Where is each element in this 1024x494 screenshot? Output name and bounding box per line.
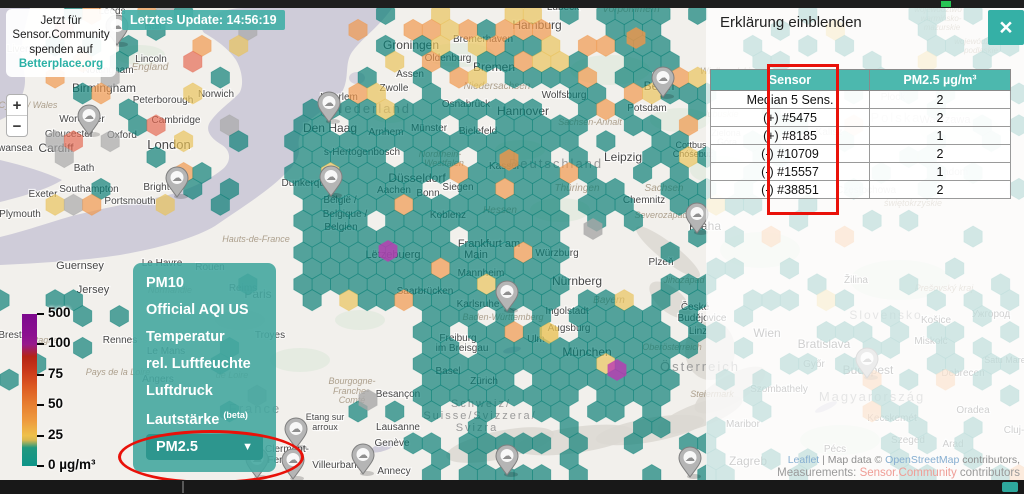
sensor-value-cell: 1 <box>870 127 1011 145</box>
attribution-text: contributors <box>957 467 1020 479</box>
caret-down-icon: ▼ <box>242 441 253 453</box>
cloud-icon: ☁ <box>326 172 336 183</box>
legend-tick <box>37 374 44 376</box>
forest-patch <box>270 348 330 372</box>
close-icon[interactable]: × <box>988 10 1024 45</box>
sensor-id-cell: (-) #38851 <box>711 181 870 199</box>
sensor-id-cell: (+) #8185 <box>711 127 870 145</box>
menu-item-temperatur[interactable]: Temperatur <box>146 329 263 345</box>
table-row: (-) #155571 <box>711 163 1011 181</box>
sensor-column-header: Sensor <box>711 70 870 91</box>
leaflet-link[interactable]: Leaflet <box>788 454 820 466</box>
sensor-id-cell: (-) #15557 <box>711 163 870 181</box>
sensor-community-link[interactable]: Sensor.Community <box>860 467 957 479</box>
attribution: Leaflet | Map data © OpenStreetMap contr… <box>777 454 1020 480</box>
cloud-icon: ☁ <box>84 111 94 122</box>
top-bar-green-indicator <box>941 1 951 7</box>
menu-item-rel-luftfeuchte[interactable]: rel. Luftfeuchte <box>146 356 263 372</box>
legend-tick <box>37 313 44 315</box>
table-row: (+) #54752 <box>711 109 1011 127</box>
sensor-id-cell: Median 5 Sens. <box>711 91 870 109</box>
attribution-text: Measurements: <box>777 467 859 479</box>
map-label: Annecy <box>377 466 410 477</box>
cloud-icon: ☁ <box>658 73 668 84</box>
donation-line: spenden auf <box>7 43 115 57</box>
menu-item-luftdruck[interactable]: Luftdruck <box>146 383 263 399</box>
sensor-value-cell: 1 <box>870 163 1011 181</box>
sensor-value-cell: 2 <box>870 181 1011 199</box>
layer-dropdown-pm25[interactable]: PM2.5 ▼ <box>146 434 263 460</box>
map-label: Hauts-de-France <box>222 234 290 244</box>
selected-layer-label: PM2.5 <box>156 439 198 455</box>
legend-tick <box>37 343 44 345</box>
legend-tick-label: 50 <box>48 396 63 411</box>
table-row: (+) #81851 <box>711 127 1011 145</box>
map-label: Etang sur <box>306 412 345 422</box>
sensor-value-cell: 2 <box>870 91 1011 109</box>
attribution-text: | Map data © <box>819 454 885 466</box>
legend-tick-label: 100 <box>48 335 71 350</box>
beta-suffix: (beta) <box>223 410 248 420</box>
cloud-icon: ☁ <box>692 209 702 220</box>
zoom-out-button[interactable]: − <box>7 115 27 136</box>
legend-tick-label: 25 <box>48 427 63 442</box>
sensor-id-cell: (-) #10709 <box>711 145 870 163</box>
zoom-in-button[interactable]: + <box>7 95 27 115</box>
donation-line: Sensor.Community <box>7 28 115 42</box>
sensor-table: Sensor PM2.5 µg/m³ Median 5 Sens.2(+) #5… <box>710 69 1011 199</box>
color-scale-legend: 5001007550250 µg/m³ <box>22 314 37 466</box>
forest-patch <box>335 310 385 330</box>
map-label: Bath <box>74 163 95 174</box>
map-label: Plymouth <box>0 209 41 220</box>
top-window-bar <box>0 0 1024 8</box>
table-row: (-) #388512 <box>711 181 1011 199</box>
sensor-id-cell: (+) #5475 <box>711 109 870 127</box>
map-label: Brest <box>0 330 22 341</box>
legend-tick <box>37 435 44 437</box>
attribution-text: contributors, <box>959 454 1020 466</box>
cloud-icon: ☁ <box>288 455 298 466</box>
map-label: arroux <box>312 422 338 432</box>
cloud-icon: ☁ <box>502 451 512 462</box>
legend-tick <box>37 465 44 467</box>
map-label: Norwich <box>198 89 234 100</box>
panel-title[interactable]: Erklärung einblenden <box>720 14 862 31</box>
cloud-icon: ☁ <box>324 98 334 109</box>
openstreetmap-link[interactable]: OpenStreetMap <box>885 454 959 466</box>
legend-tick-label: 0 µg/m³ <box>48 457 96 472</box>
donation-box: Jetzt für Sensor.Community spenden auf B… <box>6 9 116 77</box>
sensor-value-cell: 2 <box>870 145 1011 163</box>
value-column-header: PM2.5 µg/m³ <box>870 70 1011 91</box>
legend-gradient-bar <box>22 314 37 466</box>
bottom-window-bar <box>0 480 1024 494</box>
table-row: Median 5 Sens.2 <box>711 91 1011 109</box>
map-label: Lausanne <box>376 422 420 433</box>
map-label: Bourgogne- <box>328 376 375 386</box>
layer-menu: PM10 Official AQI US Temperatur rel. Luftfe… <box>133 263 276 472</box>
map-label: England <box>132 62 169 73</box>
map-label: Guernsey <box>56 260 104 272</box>
legend-tick <box>37 404 44 406</box>
cloud-icon: ☁ <box>358 450 368 461</box>
map-label: Swansea <box>0 143 33 154</box>
menu-item-pm10[interactable]: PM10 <box>146 275 263 291</box>
legend-tick-label: 500 <box>48 305 71 320</box>
table-row: (-) #107092 <box>711 145 1011 163</box>
menu-item-lautstaerke[interactable]: Lautstärke (beta) <box>146 410 263 428</box>
cloud-icon: ☁ <box>502 287 512 298</box>
donation-line: Jetzt für <box>7 14 115 28</box>
map-label: Portsmouth <box>104 196 155 207</box>
menu-item-official-aqi-us[interactable]: Official AQI US <box>146 302 263 318</box>
legend-tick-label: 75 <box>48 366 63 381</box>
cloud-icon: ☁ <box>291 424 301 435</box>
betterplace-link[interactable]: Betterplace.org <box>7 57 115 71</box>
cloud-icon: ☁ <box>685 453 695 464</box>
sensor-value-cell: 2 <box>870 109 1011 127</box>
zoom-control: + − <box>6 94 28 137</box>
map-label: Leipzig <box>604 150 642 164</box>
cloud-icon: ☁ <box>172 173 182 184</box>
last-update-badge: Letztes Update: 14:56:19 <box>122 10 285 30</box>
bottom-bar-teal-indicator <box>1002 482 1018 492</box>
bottom-bar-divider <box>182 481 184 493</box>
